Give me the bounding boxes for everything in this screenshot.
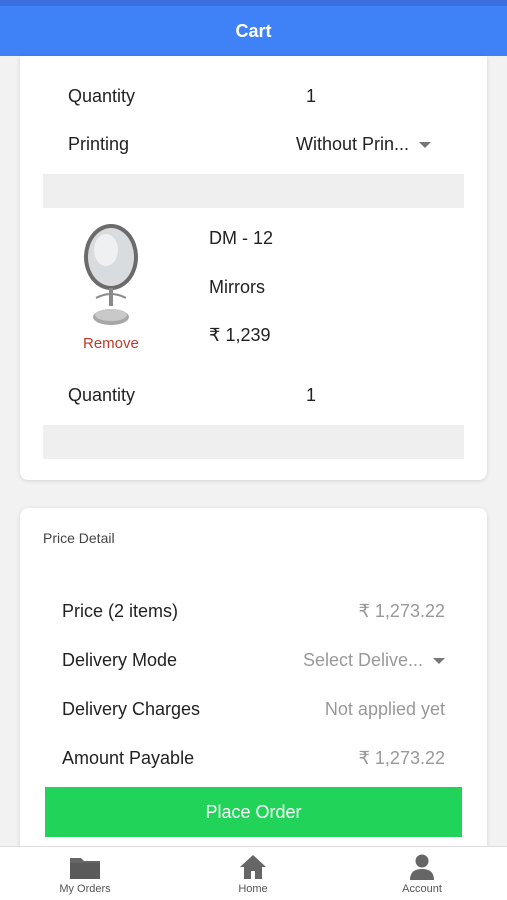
delivery-mode-placeholder: Select Delive... <box>302 650 423 670</box>
nav-item-home[interactable]: Home <box>193 853 313 895</box>
place-order-button[interactable]: Place Order <box>45 787 462 837</box>
home-icon <box>240 855 266 879</box>
nav-label-home: Home <box>238 883 268 895</box>
quantity-label: Quantity <box>68 86 136 106</box>
quantity-value[interactable]: 1 <box>306 385 316 406</box>
nav-item-my-orders[interactable]: My Orders <box>25 853 145 895</box>
product-name: DM - 12 <box>209 228 274 248</box>
page-title: Cart <box>235 21 272 41</box>
nav-label-account: Account <box>402 883 442 895</box>
printing-label: Printing <box>68 134 130 154</box>
delivery-charges-label: Delivery Charges <box>62 699 201 719</box>
product-category: Mirrors <box>209 277 265 297</box>
folder-icon <box>70 858 100 879</box>
delivery-charges-value: Not applied yet <box>324 699 445 719</box>
printing-dropdown[interactable]: Without Prin... <box>296 134 432 155</box>
bottom-nav: My Orders Home Account <box>0 846 507 900</box>
amount-payable-label: Amount Payable <box>62 748 195 768</box>
chevron-down-icon <box>419 141 432 148</box>
nav-item-account[interactable]: Account <box>362 853 482 895</box>
product-price: ₹ 1,239 <box>209 325 271 345</box>
cart-card: Quantity 1 Printing Without Prin... Remo… <box>20 56 487 480</box>
item-divider <box>43 425 464 459</box>
price-label: Price (2 items) <box>62 601 179 621</box>
remove-button[interactable]: Remove <box>83 335 139 352</box>
nav-label-my-orders: My Orders <box>59 883 111 895</box>
price-detail-title: Price Detail <box>43 530 115 546</box>
user-icon <box>410 854 434 880</box>
mirror-image <box>84 224 138 325</box>
delivery-mode-dropdown[interactable]: Select Delive... <box>303 650 445 671</box>
amount-payable-value: ₹ 1,273.22 <box>358 748 445 768</box>
price-value: ₹ 1,273.22 <box>358 601 445 621</box>
item-divider <box>43 174 464 208</box>
printing-selected-value: Without Prin... <box>296 134 410 154</box>
delivery-mode-label: Delivery Mode <box>62 650 178 670</box>
chevron-down-icon <box>433 657 445 664</box>
quantity-value[interactable]: 1 <box>306 86 316 107</box>
app-bar: Cart <box>0 6 507 56</box>
quantity-label: Quantity <box>68 385 136 405</box>
price-detail-card: Price Detail Price (2 items) ₹ 1,273.22 … <box>20 508 487 858</box>
